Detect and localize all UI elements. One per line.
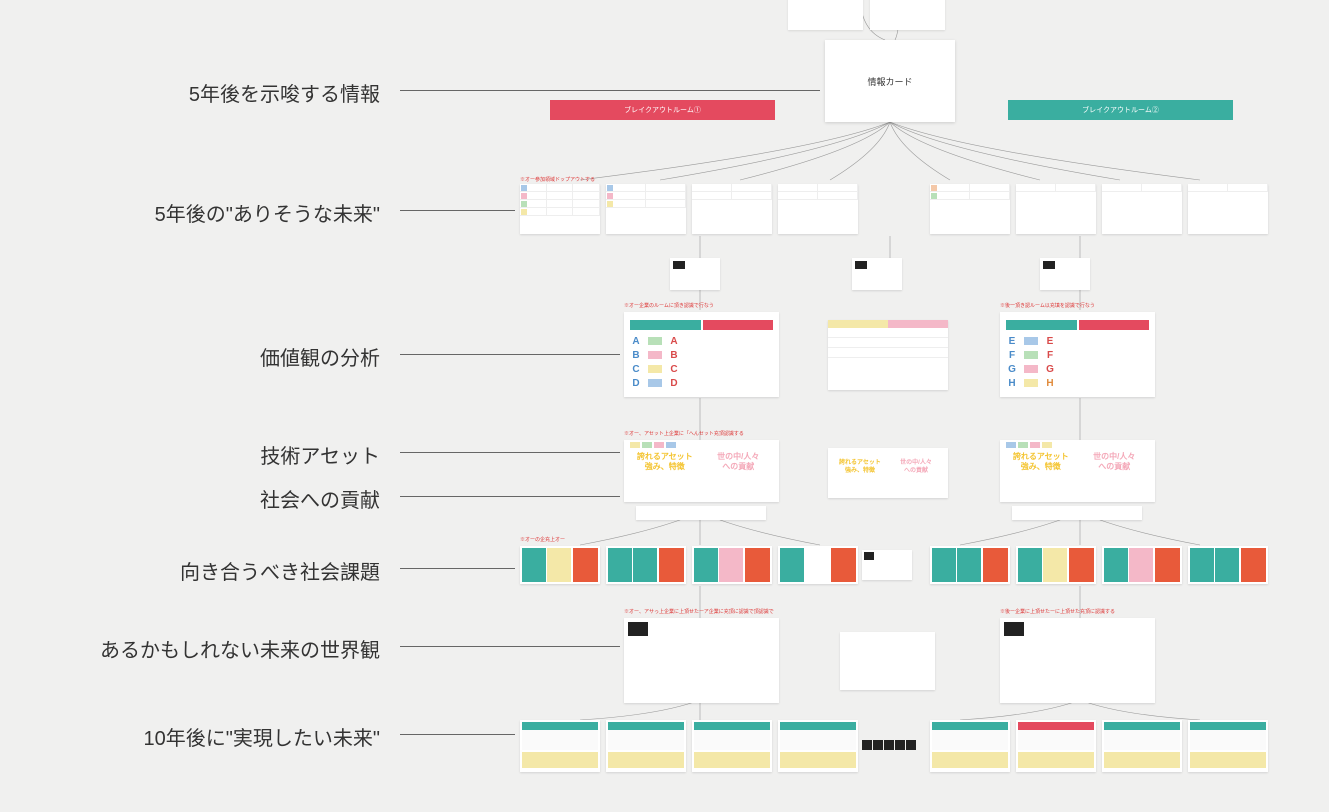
asset-card-center[interactable]: 誇れるアセット強み、特徴 世の中/人々への貢献: [828, 448, 948, 498]
future-table-6[interactable]: [1016, 184, 1096, 234]
label-worldview: あるかもしれない未来の世界観: [100, 634, 380, 663]
label-5year-future: 5年後の"ありそうな未来": [155, 198, 380, 227]
social-card-1[interactable]: [520, 546, 600, 584]
info-card-label: 情報カード: [867, 75, 912, 88]
row2-caption: ※オー参加領域ドップアウトする: [520, 176, 595, 183]
social-card-center[interactable]: [862, 550, 912, 580]
future-table-7[interactable]: [1102, 184, 1182, 234]
summary-card-left[interactable]: [670, 258, 720, 290]
future-table-4[interactable]: [778, 184, 858, 234]
social-caption: ※オーの企充上オー: [520, 536, 565, 543]
label-values: 価値観の分析: [260, 342, 380, 371]
future10-card-2[interactable]: [606, 720, 686, 772]
social-card-7[interactable]: [1102, 546, 1182, 584]
values-card-center[interactable]: [828, 320, 948, 390]
future-table-1[interactable]: [520, 184, 600, 234]
diagram-canvas[interactable]: 情報カード ブレイクアウトルーム① ブレイクアウトルーム② ※オー参加領域ドップ…: [400, 0, 1329, 812]
top-card-1[interactable]: [788, 0, 863, 30]
label-10year: 10年後に"実現したい未来": [144, 722, 380, 751]
summary-card-right[interactable]: [1040, 258, 1090, 290]
breakout-room-2-banner[interactable]: ブレイクアウトルーム②: [1008, 100, 1233, 120]
social-card-2[interactable]: [606, 546, 686, 584]
future10-card-7[interactable]: [1102, 720, 1182, 772]
asset-caption: ※オー、アセット上企業に「へんセット充頂認識する: [624, 430, 744, 437]
values-card-right[interactable]: EE FF GG HH: [1000, 312, 1155, 397]
future10-card-1[interactable]: [520, 720, 600, 772]
center-black-squares: [862, 740, 916, 750]
future10-card-4[interactable]: [778, 720, 858, 772]
future10-card-3[interactable]: [692, 720, 772, 772]
top-card-2[interactable]: [870, 0, 945, 30]
future10-card-5[interactable]: [930, 720, 1010, 772]
world-caption-left: ※オー、アサっ上企業に上頂せたーア企業に充頂に認識で頂認識で: [624, 608, 774, 615]
social-card-3[interactable]: [692, 546, 772, 584]
label-social-issues: 向き合うべき社会課題: [180, 556, 380, 585]
info-card[interactable]: 情報カード: [825, 40, 955, 122]
label-5year-info: 5年後を示唆する情報: [189, 78, 380, 107]
social-card-6[interactable]: [1016, 546, 1096, 584]
values-caption-right: ※後一頂き認ルーム以充填を認識で行なう: [1000, 302, 1095, 309]
future-table-8[interactable]: [1188, 184, 1268, 234]
future10-card-6[interactable]: [1016, 720, 1096, 772]
asset-card-left[interactable]: 誇れるアセット強み、特徴 世の中/人々への貢献: [624, 440, 779, 502]
label-tech-asset: 技術アセット: [260, 440, 380, 469]
asset-strip-right[interactable]: [1012, 506, 1142, 520]
asset-card-right[interactable]: 誇れるアセット強み、特徴 世の中/人々への貢献: [1000, 440, 1155, 502]
future10-card-8[interactable]: [1188, 720, 1268, 772]
future-table-5[interactable]: [930, 184, 1010, 234]
world-card-right[interactable]: [1000, 618, 1155, 703]
label-social-contrib: 社会への貢献: [260, 484, 380, 513]
social-card-4[interactable]: [778, 546, 858, 584]
world-card-left[interactable]: [624, 618, 779, 703]
world-card-center[interactable]: [840, 632, 935, 690]
future-table-2[interactable]: [606, 184, 686, 234]
social-card-8[interactable]: [1188, 546, 1268, 584]
future-table-3[interactable]: [692, 184, 772, 234]
social-card-5[interactable]: [930, 546, 1010, 584]
asset-strip-left[interactable]: [636, 506, 766, 520]
breakout-room-1-banner[interactable]: ブレイクアウトルーム①: [550, 100, 775, 120]
values-card-left[interactable]: AA BB CC DD: [624, 312, 779, 397]
summary-card-center[interactable]: [852, 258, 902, 290]
values-caption-left: ※オー企業のルームに頂き認識で行なう: [624, 302, 714, 309]
world-caption-right: ※後ー企業に上頂せたーに上頂せた充頂に認識する: [1000, 608, 1115, 615]
